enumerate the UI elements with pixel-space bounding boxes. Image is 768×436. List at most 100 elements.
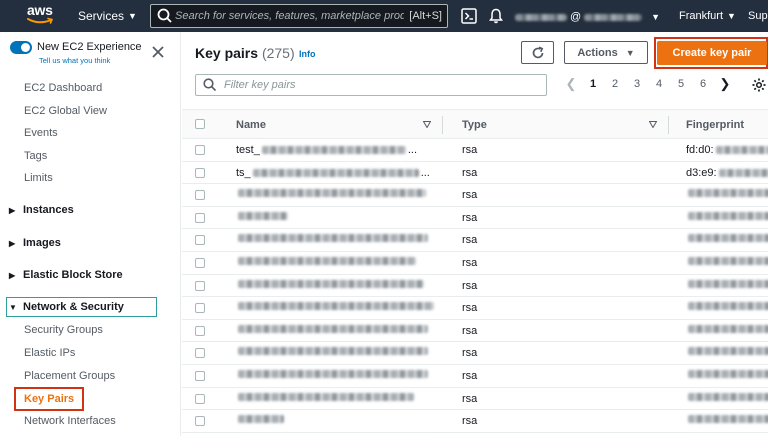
next-page-icon[interactable]: ❯: [714, 76, 736, 92]
sidebar-item-limits[interactable]: Limits: [24, 172, 53, 184]
table-row[interactable]: rsa: [182, 275, 768, 298]
key-pair-type: rsa: [462, 144, 478, 156]
sidebar-item-network-interfaces[interactable]: Network Interfaces: [24, 415, 116, 427]
row-checkbox[interactable]: [195, 145, 205, 155]
row-checkbox[interactable]: [195, 258, 205, 268]
sidebar-item-security-groups[interactable]: Security Groups: [24, 324, 103, 336]
key-pair-name[interactable]: [236, 324, 430, 333]
close-icon[interactable]: [151, 45, 165, 59]
key-pair-name-redacted: [261, 146, 406, 154]
sidebar-item-ec2-global-view[interactable]: EC2 Global View: [24, 105, 107, 117]
sidebar-item-key-pairs[interactable]: Key Pairs: [24, 393, 74, 405]
row-checkbox[interactable]: [195, 325, 205, 336]
page-5[interactable]: 5: [670, 78, 692, 90]
key-pair-name[interactable]: [236, 279, 426, 288]
previous-page-icon[interactable]: ❮: [560, 76, 582, 92]
page-4[interactable]: 4: [648, 78, 670, 90]
info-link[interactable]: Info: [299, 49, 316, 59]
key-pair-name[interactable]: ts_...: [236, 167, 430, 179]
key-pair-name-redacted: [238, 257, 416, 265]
bell-icon[interactable]: [487, 7, 505, 25]
row-checkbox[interactable]: [195, 212, 205, 223]
key-pair-type: rsa: [462, 257, 478, 269]
main-content: Key pairs (275) Info Actions ▼ Create ke…: [182, 32, 768, 436]
sort-icon[interactable]: [649, 121, 657, 128]
table-row[interactable]: rsa: [182, 388, 768, 411]
table-row[interactable]: rsa: [182, 410, 768, 433]
region-selector[interactable]: Frankfurt ▼: [679, 10, 736, 22]
page-2[interactable]: 2: [604, 78, 626, 90]
pagination: ❮ 1 2 3 4 5 6 ❯: [560, 76, 736, 92]
table-row[interactable]: rsa: [182, 297, 768, 320]
key-pair-name[interactable]: [236, 370, 430, 378]
table-row[interactable]: rsa: [182, 365, 768, 388]
row-checkbox[interactable]: [195, 371, 205, 381]
table-row[interactable]: rsa: [182, 252, 768, 275]
column-divider: [668, 116, 669, 134]
row-checkbox[interactable]: [195, 303, 205, 314]
key-pair-fingerprint: [686, 189, 768, 198]
row-checkbox[interactable]: [195, 393, 205, 404]
sidebar-item-elastic-ips[interactable]: Elastic IPs: [24, 347, 75, 359]
new-experience-toggle[interactable]: [10, 41, 32, 54]
key-pair-type: rsa: [462, 279, 478, 292]
sidebar-item-ec2-dashboard[interactable]: EC2 Dashboard: [24, 82, 102, 94]
gear-icon[interactable]: [751, 77, 767, 93]
key-pair-fingerprint: [686, 347, 768, 356]
key-pair-name[interactable]: [236, 234, 430, 243]
actions-button[interactable]: Actions ▼: [564, 41, 648, 64]
row-checkbox[interactable]: [195, 280, 205, 291]
sidebar-item-events[interactable]: Events: [24, 127, 58, 139]
key-pair-name[interactable]: [236, 392, 416, 401]
row-checkbox[interactable]: [195, 235, 205, 246]
table-row[interactable]: ts_... rsa d3:e9:: [182, 162, 768, 185]
refresh-button[interactable]: [521, 41, 554, 64]
row-checkbox[interactable]: [195, 167, 205, 178]
caret-right-icon: ▶: [9, 238, 16, 248]
key-pair-name[interactable]: [236, 211, 290, 220]
sidebar-group-network-security[interactable]: ▼ Network & Security: [9, 301, 124, 313]
column-header-type[interactable]: Type: [462, 119, 487, 131]
key-pair-name-redacted: [238, 211, 288, 220]
create-key-pair-button[interactable]: Create key pair: [657, 41, 767, 65]
sidebar-item-tags[interactable]: Tags: [24, 150, 47, 162]
key-pair-name[interactable]: [236, 347, 430, 356]
filter-key-pairs-input[interactable]: Filter key pairs: [195, 74, 547, 96]
column-header-name[interactable]: Name: [236, 119, 266, 131]
key-pair-name[interactable]: [236, 189, 428, 198]
aws-logo-text: aws: [27, 2, 53, 18]
table-row[interactable]: rsa: [182, 184, 768, 207]
key-pair-name[interactable]: [236, 302, 436, 311]
services-menu[interactable]: Services ▼: [78, 9, 137, 23]
select-all-checkbox[interactable]: [195, 119, 205, 129]
row-checkbox[interactable]: [195, 190, 205, 201]
page-1[interactable]: 1: [582, 78, 604, 90]
table-row[interactable]: rsa: [182, 207, 768, 230]
table-row[interactable]: rsa: [182, 229, 768, 252]
feedback-link[interactable]: Tell us what you think: [39, 56, 110, 65]
sidebar-group-elastic-block-store[interactable]: ▶ Elastic Block Store: [9, 269, 123, 281]
sidebar-group-images[interactable]: ▶ Images: [9, 237, 61, 249]
page-3[interactable]: 3: [626, 78, 648, 90]
key-pair-name[interactable]: [236, 257, 418, 265]
aws-logo[interactable]: aws: [27, 3, 55, 27]
sort-icon[interactable]: [423, 121, 431, 128]
cloudshell-icon[interactable]: [460, 7, 478, 25]
column-header-fingerprint[interactable]: Fingerprint: [686, 119, 744, 131]
support-menu[interactable]: Supp: [748, 10, 768, 22]
sidebar-item-placement-groups[interactable]: Placement Groups: [24, 370, 115, 382]
table-row[interactable]: rsa: [182, 342, 768, 365]
global-search[interactable]: Search for services, features, marketpla…: [150, 4, 448, 28]
table-row[interactable]: test_... rsa fd:d0:: [182, 139, 768, 162]
row-checkbox[interactable]: [195, 416, 205, 427]
key-pair-name[interactable]: [236, 415, 286, 424]
sidebar-group-instances[interactable]: ▶ Instances: [9, 204, 74, 216]
account-menu[interactable]: @ ▼: [515, 11, 660, 23]
key-pair-name[interactable]: test_...: [236, 144, 417, 156]
row-checkbox[interactable]: [195, 348, 205, 359]
key-pair-type: rsa: [462, 234, 478, 247]
fingerprint-redacted: [688, 347, 768, 356]
table-row[interactable]: rsa: [182, 320, 768, 343]
page-6[interactable]: 6: [692, 78, 714, 90]
key-pair-type: rsa: [462, 211, 478, 224]
